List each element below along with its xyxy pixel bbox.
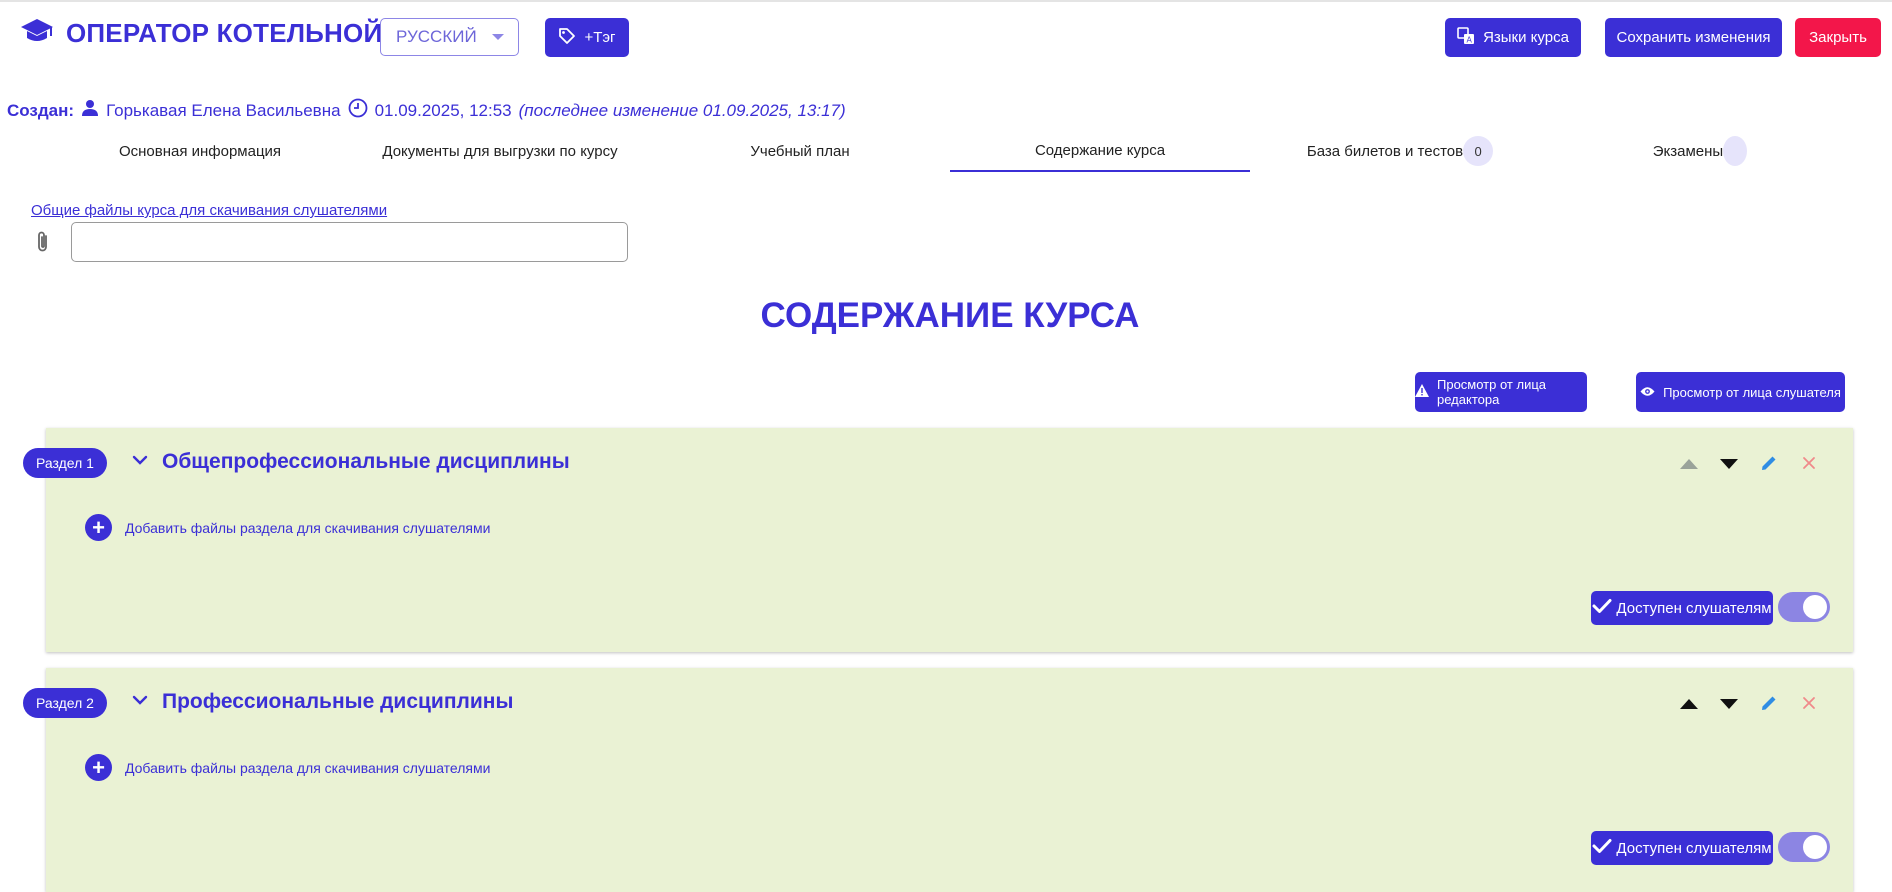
tab-exams[interactable]: Экзамены xyxy=(1600,130,1800,172)
tab-study-plan[interactable]: Учебный план xyxy=(700,130,900,172)
course-title: ОПЕРАТОР КОТЕЛЬНОЙ xyxy=(66,18,383,48)
created-at: 01.09.2025, 12:53 xyxy=(374,100,512,120)
tab-label: Учебный план xyxy=(750,142,850,160)
available-toggle[interactable] xyxy=(1778,832,1830,862)
course-languages-label: Языки курса xyxy=(1483,29,1569,46)
available-label: Доступен слушателям xyxy=(1616,839,1772,857)
graduation-cap-icon xyxy=(20,17,54,50)
plus-circle-icon: + xyxy=(85,754,112,781)
add-tag-label: +Тэг xyxy=(584,29,616,46)
toggle-knob xyxy=(1803,835,1827,859)
view-as-editor-label: Просмотр от лица редактора xyxy=(1437,377,1547,407)
tab-label: Документы для выгрузки по курсу xyxy=(382,142,618,160)
available-to-students-button[interactable]: Доступен слушателям xyxy=(1591,831,1773,865)
view-as-editor-button[interactable]: Просмотр от лица редактора xyxy=(1415,372,1587,412)
view-as-student-label: Просмотр от лица слушателя xyxy=(1663,384,1841,400)
chevron-down-icon[interactable] xyxy=(132,453,148,471)
add-section-files-label: Добавить файлы раздела для скачивания сл… xyxy=(125,759,491,776)
section-number-pill: Раздел 2 xyxy=(23,688,107,718)
exams-count-badge xyxy=(1723,136,1748,166)
available-to-students-button[interactable]: Доступен слушателям xyxy=(1591,591,1773,625)
plus-circle-icon: + xyxy=(85,514,112,541)
tickets-count-badge: 0 xyxy=(1463,136,1494,166)
section-number-pill: Раздел 1 xyxy=(23,448,107,478)
course-files-link[interactable]: Общие файлы курса для скачивания слушате… xyxy=(31,202,387,219)
pencil-icon[interactable] xyxy=(1757,451,1781,475)
modified-at: (последнее изменение 01.09.2025, 13:17) xyxy=(518,100,846,120)
arrow-down-icon[interactable] xyxy=(1717,452,1741,476)
page-title: СОДЕРЖАНИЕ КУРСА xyxy=(760,296,1140,335)
check-icon xyxy=(1592,838,1612,858)
arrow-up-icon xyxy=(1677,452,1701,476)
tab-label: Основная информация xyxy=(118,142,282,160)
section-title: Общепрофессиональные дисциплины xyxy=(162,450,570,473)
app-title: ОПЕРАТОР КОТЕЛЬНОЙ xyxy=(20,17,382,50)
save-changes-button[interactable]: Сохранить изменения xyxy=(1605,18,1782,57)
author-name: Горькавая Елена Васильевна xyxy=(106,100,341,120)
eye-icon xyxy=(1640,385,1655,400)
tag-icon xyxy=(558,27,576,49)
close-label: Закрыть xyxy=(1809,29,1867,46)
pencil-icon[interactable] xyxy=(1757,691,1781,715)
created-label: Создан: xyxy=(7,100,75,120)
add-section-files[interactable]: + Добавить файлы раздела для скачивания … xyxy=(85,754,490,781)
svg-text:A: A xyxy=(1467,35,1473,44)
close-button[interactable]: Закрыть xyxy=(1795,18,1881,57)
tab-main-info[interactable]: Основная информация xyxy=(100,130,300,172)
tab-label: База билетов и тестов xyxy=(1306,142,1464,160)
view-as-student-button[interactable]: Просмотр от лица слушателя xyxy=(1636,372,1845,412)
language-select[interactable]: РУССКИЙ xyxy=(380,18,519,56)
language-select-value: РУССКИЙ xyxy=(396,27,477,46)
arrow-up-icon[interactable] xyxy=(1677,692,1701,716)
close-icon[interactable] xyxy=(1797,451,1821,475)
clock-icon xyxy=(348,98,368,123)
person-icon xyxy=(81,99,99,122)
check-icon xyxy=(1592,598,1612,618)
add-section-files-label: Добавить файлы раздела для скачивания сл… xyxy=(125,519,491,536)
created-info: Создан: Горькавая Елена Васильевна 01.09… xyxy=(7,98,846,123)
close-icon[interactable] xyxy=(1797,691,1821,715)
tab-tickets-tests[interactable]: База билетов и тестов 0 xyxy=(1300,130,1500,172)
section-header: Профессиональные дисциплины xyxy=(132,690,513,714)
save-changes-label: Сохранить изменения xyxy=(1616,29,1771,46)
top-border xyxy=(0,0,1892,2)
tab-course-content[interactable]: Содержание курса xyxy=(950,130,1250,172)
caret-down-icon xyxy=(492,34,504,40)
add-tag-button[interactable]: +Тэг xyxy=(545,18,629,57)
toggle-knob xyxy=(1803,595,1827,619)
arrow-down-icon[interactable] xyxy=(1717,692,1741,716)
paperclip-icon[interactable] xyxy=(34,230,52,259)
tab-label: Содержание курса xyxy=(1034,141,1166,159)
available-toggle[interactable] xyxy=(1778,592,1830,622)
course-languages-button[interactable]: A Языки курса xyxy=(1445,18,1581,57)
chevron-down-icon[interactable] xyxy=(132,693,148,711)
tab-documents[interactable]: Документы для выгрузки по курсу xyxy=(360,130,640,172)
available-label: Доступен слушателям xyxy=(1616,599,1772,617)
section-header: Общепрофессиональные дисциплины xyxy=(132,450,570,474)
section-title: Профессиональные дисциплины xyxy=(162,690,514,713)
warning-icon xyxy=(1415,384,1429,400)
translate-icon: A xyxy=(1457,26,1475,49)
tab-label: Экзамены xyxy=(1652,142,1724,160)
course-files-input[interactable] xyxy=(71,222,628,262)
add-section-files[interactable]: + Добавить файлы раздела для скачивания … xyxy=(85,514,490,541)
